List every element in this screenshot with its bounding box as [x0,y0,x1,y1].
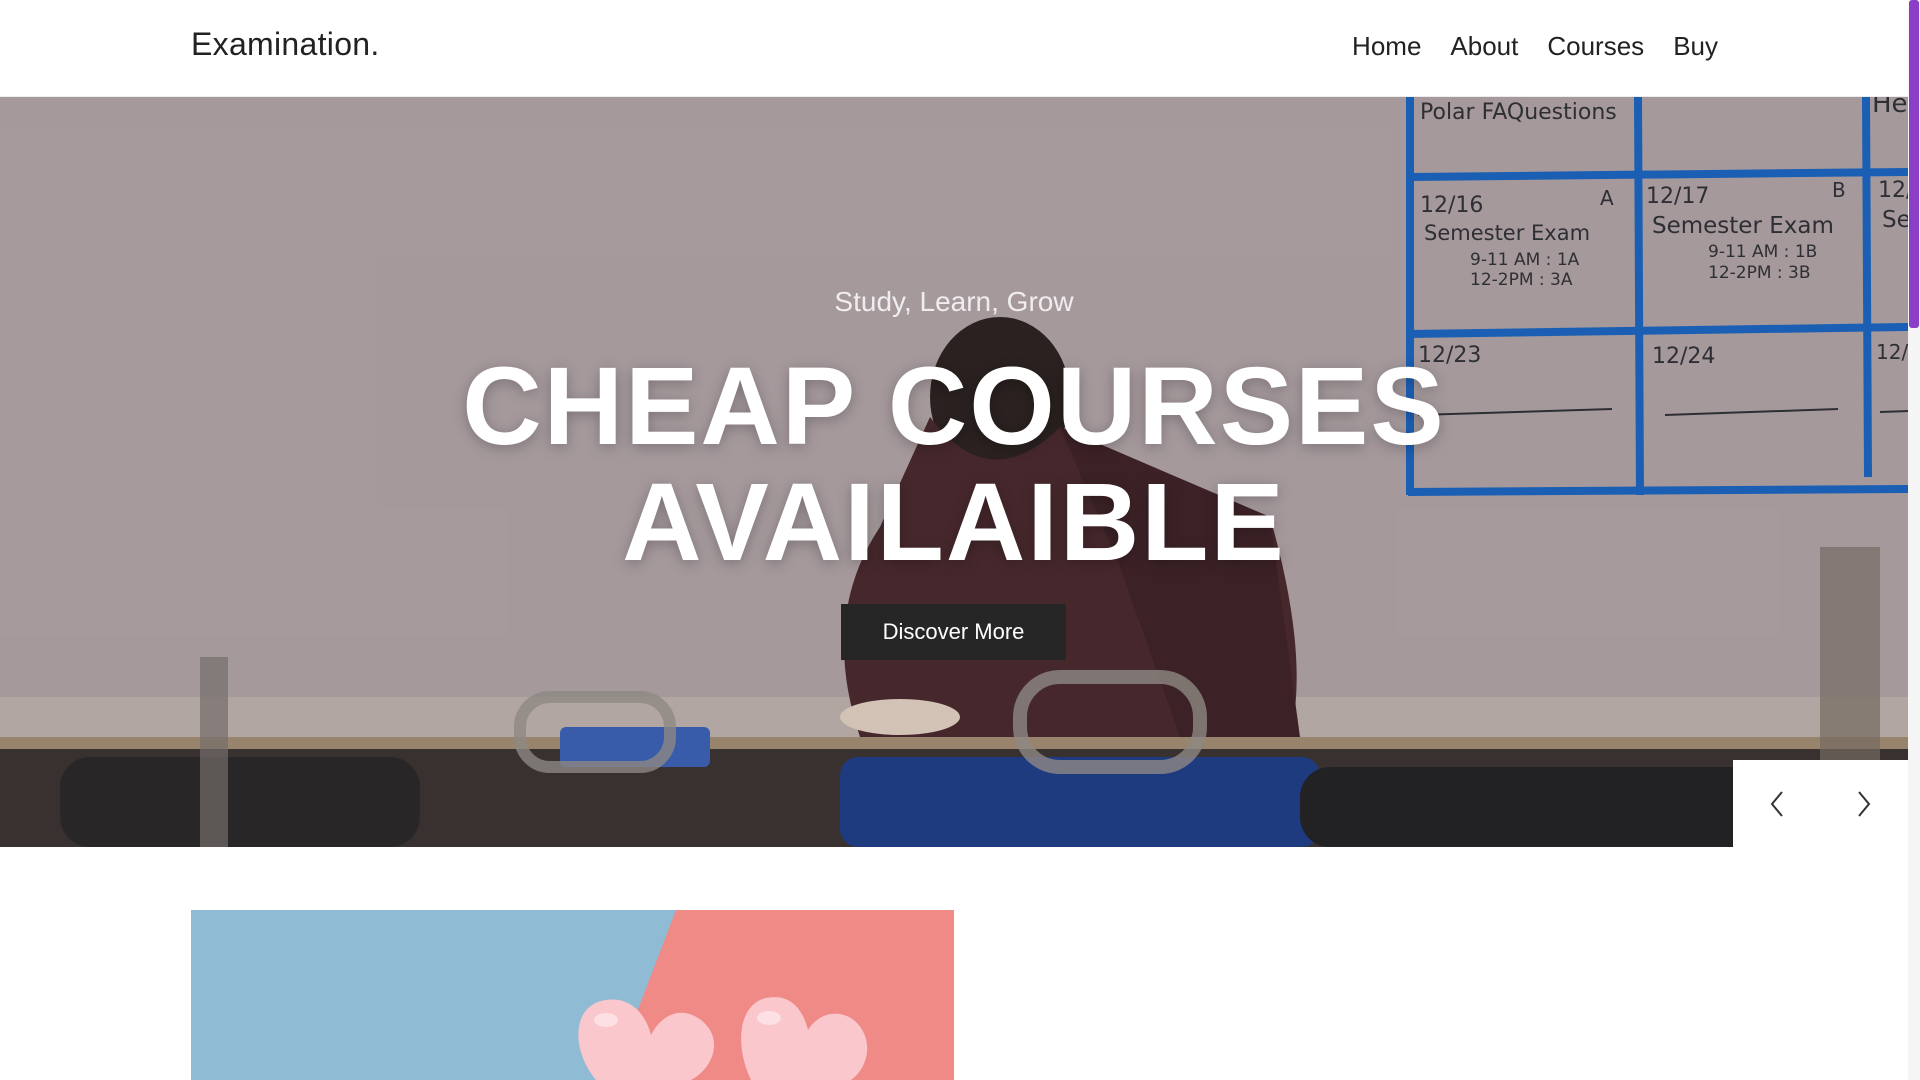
main-nav: Home About Courses Buy [1352,31,1718,62]
nav-home[interactable]: Home [1352,31,1421,62]
slider-next-button[interactable] [1821,760,1909,847]
site-header: Examination. Home About Courses Buy [0,0,1908,97]
slider-controls [1733,760,1908,847]
hero-title-line-1: CHEAP COURSES [462,345,1446,468]
nav-buy[interactable]: Buy [1673,31,1718,62]
scrollbar-thumb[interactable] [1909,0,1919,328]
hero-title-line-2: AVAILAIBLE [622,461,1286,584]
slider-prev-button[interactable] [1733,760,1821,847]
hero-title: CHEAP COURSES AVAILAIBLE [0,349,1908,581]
nav-about[interactable]: About [1450,31,1518,62]
chevron-right-icon [1858,790,1871,817]
hero-banner: Polar FAQuestions He 12/16 A Semester Ex… [0,97,1908,847]
brand-logo[interactable]: Examination. [191,26,380,63]
hearts-photo [191,910,954,1080]
nav-courses[interactable]: Courses [1547,31,1644,62]
course-card-image[interactable] [191,910,954,1080]
hero-subtitle: Study, Learn, Grow [834,286,1074,317]
chevron-left-icon [1770,790,1783,817]
discover-more-button[interactable]: Discover More [841,604,1066,660]
page-scrollbar[interactable] [1908,0,1920,1080]
